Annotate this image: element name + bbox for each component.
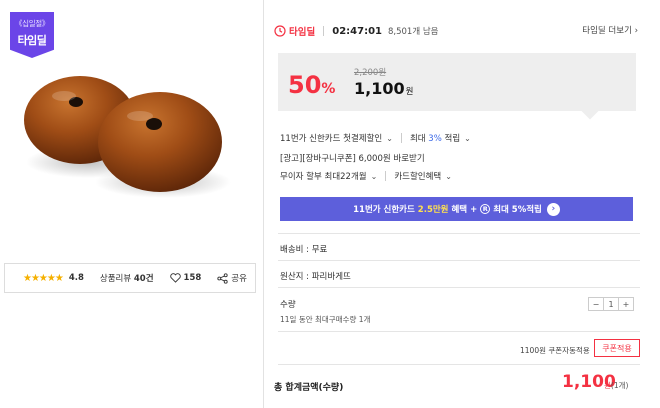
timedeal-label: 타임딜	[289, 27, 316, 38]
installment-link[interactable]: 무이자 할부 최대22개월 ⌄	[280, 170, 377, 182]
banner-text-1: 11번가 신한카드	[353, 205, 415, 215]
card-discount-label: 카드할인혜택	[394, 172, 442, 182]
reward-icon: R	[480, 204, 491, 214]
rating-bar: ★★★★★ 4.8 상품리뷰 40건 158 공유	[4, 263, 256, 293]
chevron-down-icon: ⌄	[464, 134, 471, 143]
card-benefit-link[interactable]: 11번가 신한카드 첫결제할인 ⌄	[280, 132, 393, 144]
product-gallery: 《십일절》 타임딜 ★★★★★ 4.8 상품리뷰 40건 158 공유	[0, 0, 262, 408]
rating-stars: ★★★★★	[23, 272, 64, 284]
price-box: 50% 2,200원 1,100원	[278, 53, 636, 120]
divider	[278, 260, 640, 261]
share-button[interactable]: 공유	[217, 272, 247, 284]
divider	[400, 133, 402, 143]
benefit-installment-row: 무이자 할부 최대22개월 ⌄ 카드할인혜택 ⌄	[280, 170, 452, 182]
chevron-down-icon: ⌄	[386, 134, 393, 143]
review-label: 상품리뷰	[99, 274, 132, 284]
card-benefit-label: 11번가 신한카드 첫결제할인	[280, 134, 383, 144]
banner-text-3: 최대 5%적립	[493, 205, 542, 215]
quantity-label: 수량	[280, 300, 296, 310]
quantity-stepper: − 1 +	[588, 297, 634, 311]
quantity-minus-button[interactable]: −	[589, 298, 603, 310]
origin-info: 원산지 : 파리바게뜨	[280, 272, 351, 282]
discount-percent: %	[321, 81, 336, 97]
banner-text-2: 혜택 +	[451, 205, 478, 215]
timedeal-badge: 《십일절》 타임딜	[10, 12, 54, 58]
divider	[278, 331, 640, 332]
timedeal-countdown: 02:47:01	[332, 25, 382, 37]
ad-coupon-link[interactable]: [광고][장바구니쿠폰] 6,000원 바로받기	[280, 152, 425, 164]
timedeal-more-label: 타임딜 더보기	[582, 26, 632, 36]
review-count: 40건	[133, 274, 154, 284]
timedeal-more-link[interactable]: 타임딜 더보기 ›	[582, 24, 638, 36]
review-link[interactable]: 상품리뷰 40건	[100, 272, 154, 284]
banner-highlight: 2.5만원	[417, 205, 449, 215]
ad-coupon-label: [광고][장바구니쿠폰] 6,000원 바로받기	[280, 154, 425, 164]
discount-rate: 50%	[288, 71, 335, 99]
divider	[278, 364, 640, 365]
max-reward-value: 3%	[428, 134, 442, 144]
sale-price: 1,100원	[354, 79, 413, 98]
total-label: 총 합계금액(수량)	[274, 383, 344, 393]
share-icon	[217, 272, 228, 284]
discount-value: 50	[288, 71, 322, 99]
product-info: 타임딜 02:47:01 8,501개 남음 타임딜 더보기 › 50% 2,2…	[274, 0, 644, 408]
chevron-right-icon: ›	[634, 26, 638, 36]
sale-price-unit: 원	[405, 87, 414, 97]
quantity-input[interactable]: 1	[603, 298, 619, 310]
arrow-right-icon: ›	[546, 202, 560, 216]
rating-score: 4.8	[68, 273, 84, 283]
sale-price-value: 1,100	[354, 79, 405, 98]
divider	[385, 171, 387, 181]
max-reward-link[interactable]: 최대 3% 적립 ⌄	[410, 132, 471, 144]
divider	[323, 26, 325, 36]
coupon-apply-button[interactable]: 쿠폰적용	[594, 339, 640, 357]
quantity-plus-button[interactable]: +	[619, 298, 633, 310]
quantity-limit: 11일 동안 최대구매수량 1개	[280, 315, 371, 324]
price-box-tip	[581, 102, 599, 120]
timedeal-row: 타임딜 02:47:01 8,501개 남음 타임딜 더보기 ›	[274, 24, 644, 38]
delivery-fee: 배송비 : 무료	[280, 245, 328, 255]
chevron-down-icon: ⌄	[370, 172, 378, 181]
divider	[278, 233, 640, 234]
divider	[278, 287, 640, 288]
max-reward-suffix: 적립	[444, 134, 461, 144]
max-reward-prefix: 최대	[409, 134, 426, 144]
total-count: (1개)	[610, 381, 629, 390]
card-discount-link[interactable]: 카드할인혜택 ⌄	[394, 170, 452, 182]
heart-icon	[169, 273, 181, 283]
total-won: 원	[604, 381, 611, 390]
product-image	[24, 76, 231, 198]
like-button[interactable]: 158	[169, 273, 202, 283]
column-divider	[263, 0, 264, 408]
like-count: 158	[183, 273, 202, 283]
original-price: 2,200원	[354, 68, 387, 78]
card-promo-banner[interactable]: 11번가 신한카드 2.5만원 혜택 + R 최대 5%적립 ›	[280, 197, 633, 221]
chevron-down-icon: ⌄	[445, 172, 452, 181]
clock-icon	[274, 25, 286, 37]
badge-event-label: 《십일절》	[14, 19, 50, 28]
timedeal-remaining: 8,501개 남음	[387, 27, 439, 37]
installment-label: 무이자 할부 최대22개월	[280, 172, 367, 182]
coupon-auto-text: 1100원 쿠폰자동적용	[520, 346, 590, 355]
share-label: 공유	[231, 274, 247, 284]
benefit-card-row: 11번가 신한카드 첫결제할인 ⌄ 최대 3% 적립 ⌄	[280, 132, 471, 144]
total-unit: 원(1개)	[604, 380, 628, 391]
badge-label: 타임딜	[17, 34, 47, 47]
